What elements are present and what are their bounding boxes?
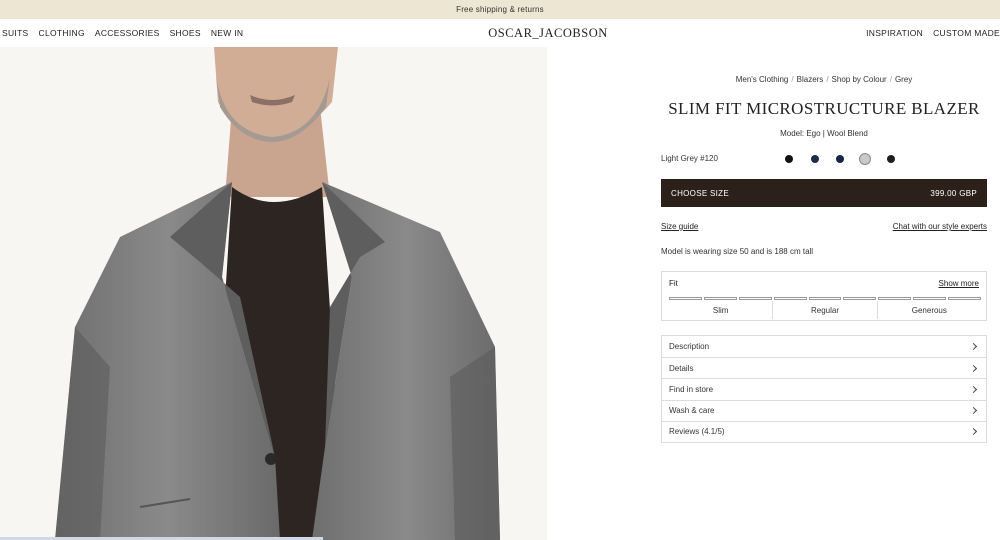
accordion-description[interactable]: Description (662, 336, 986, 357)
fit-indicator: Fit Show more Slim Regular Generous (661, 271, 987, 321)
chevron-right-icon (969, 364, 978, 372)
breadcrumb-shop-by-colour[interactable]: Shop by Colour (832, 75, 887, 84)
fit-scale-segment (773, 297, 807, 300)
accordion-label: Reviews (4.1/5) (669, 427, 725, 437)
breadcrumb-blazers[interactable]: Blazers (797, 75, 824, 84)
accordion-details[interactable]: Details (662, 357, 986, 378)
chevron-right-icon (969, 407, 978, 415)
accordion-label: Details (669, 363, 694, 373)
accordion-label: Find in store (669, 384, 714, 394)
product-image[interactable] (0, 47, 547, 540)
breadcrumb-separator: / (826, 75, 829, 84)
fit-show-more-link[interactable]: Show more (939, 279, 979, 288)
product-title: SLIM FIT MICROSTRUCTURE BLAZER (668, 99, 980, 118)
accordion-reviews[interactable]: Reviews (4.1/5) (662, 420, 986, 442)
accordion-find-in-store[interactable]: Find in store (662, 378, 986, 399)
fit-scale-segment (738, 297, 772, 300)
fit-option-slim: Slim (712, 306, 729, 315)
fit-scale-segment (669, 297, 702, 300)
nav-item-new-in[interactable]: NEW IN (211, 28, 244, 38)
color-selector: Light Grey #120 (661, 152, 987, 166)
swatch-dark-navy[interactable] (836, 155, 844, 163)
fit-scale-segment (878, 297, 912, 300)
nav-item-shoes[interactable]: SHOES (170, 28, 201, 38)
nav-right: INSPIRATION CUSTOM MADE (866, 19, 1000, 47)
product-accordion: Description Details Find in store Wash &… (661, 335, 987, 443)
choose-size-label: CHOOSE SIZE (671, 188, 729, 198)
promo-bar: Free shipping & returns (0, 0, 1000, 19)
accordion-label: Description (669, 342, 710, 352)
chevron-right-icon (969, 428, 978, 436)
breadcrumb-separator: / (791, 75, 794, 84)
swatch-black[interactable] (785, 155, 793, 163)
fit-labels: Slim Regular Generous (669, 301, 981, 319)
swatch-light-grey[interactable] (859, 153, 871, 165)
color-label: Light Grey #120 (661, 154, 718, 163)
nav-item-clothing[interactable]: CLOTHING (39, 28, 85, 38)
accordion-wash-care[interactable]: Wash & care (662, 399, 986, 421)
nav-item-suits[interactable]: SUITS (2, 28, 29, 38)
breadcrumb-separator: / (889, 75, 892, 84)
nav-item-inspiration[interactable]: INSPIRATION (866, 28, 923, 38)
model-size-note: Model is wearing size 50 and is 188 cm t… (661, 247, 814, 256)
fit-label: Fit (669, 279, 678, 288)
swatch-charcoal[interactable] (887, 155, 895, 163)
swatch-navy[interactable] (811, 155, 819, 163)
nav-item-accessories[interactable]: ACCESSORIES (95, 28, 160, 38)
chat-style-experts-link[interactable]: Chat with our style experts (893, 222, 987, 231)
fit-option-generous: Generous (876, 301, 981, 319)
breadcrumb: Men's Clothing / Blazers / Shop by Colour / Gr… (661, 75, 987, 84)
fit-scale-segment (808, 297, 842, 300)
product-model: Model: Ego | Wool Blend (780, 129, 868, 138)
breadcrumb-mens-clothing[interactable]: Men's Clothing (736, 75, 789, 84)
choose-size-button[interactable]: CHOOSE SIZE 399.00 GBP (661, 179, 987, 207)
fit-scale-segment (948, 297, 982, 300)
brand-logo[interactable]: OSCAR_JACOBSON (448, 19, 648, 47)
breadcrumb-grey[interactable]: Grey (895, 75, 912, 84)
fit-option-regular: Regular (772, 301, 876, 319)
model-photo (0, 47, 547, 540)
nav-left: SUITS CLOTHING ACCESSORIES SHOES NEW IN (2, 19, 243, 47)
nav-item-custom-made[interactable]: CUSTOM MADE (933, 28, 1000, 38)
size-guide-link[interactable]: Size guide (661, 222, 698, 231)
promo-text: Free shipping & returns (456, 5, 544, 14)
price: 399.00 GBP (930, 188, 977, 198)
accordion-label: Wash & care (669, 406, 715, 416)
chevron-right-icon (969, 385, 978, 394)
fit-scale-segment (843, 297, 877, 300)
main-navbar: SUITS CLOTHING ACCESSORIES SHOES NEW IN … (0, 19, 1000, 47)
chevron-right-icon (969, 343, 978, 351)
fit-scale-segment (913, 297, 947, 300)
fit-scale-segment (703, 297, 737, 300)
